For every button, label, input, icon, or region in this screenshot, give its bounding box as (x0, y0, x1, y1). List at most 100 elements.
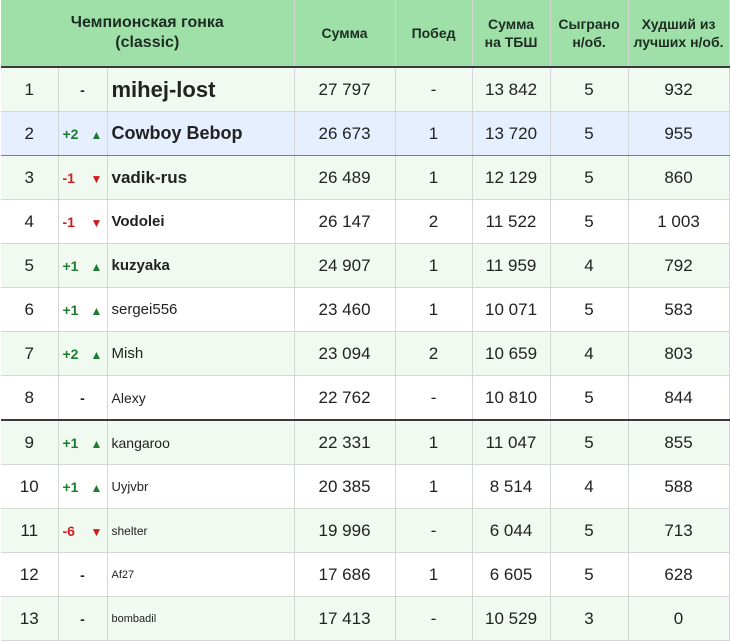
sum-cell[interactable]: 26 147 (294, 199, 396, 244)
table-row[interactable]: 4 -1 ▼ Vodolei 26 147 2 11 522 5 1 003 (1, 199, 730, 244)
worst-of-best-cell[interactable]: 583 (628, 287, 730, 332)
table-row[interactable]: 2 +2 ▲ Cowboy Bebop 26 673 1 13 720 5 955 (1, 111, 730, 156)
position-change-cell[interactable]: -1 ▼ (58, 199, 108, 244)
wins-cell[interactable]: - (395, 375, 473, 421)
table-row[interactable]: 5 +1 ▲ kuzyaka 24 907 1 11 959 4 792 (1, 243, 730, 288)
position-cell[interactable]: 9 (1, 419, 59, 465)
played-cell[interactable]: 5 (550, 419, 629, 465)
player-name-cell[interactable]: bombadil (107, 596, 295, 641)
position-change-cell[interactable]: +1 ▲ (58, 287, 108, 332)
table-row[interactable]: 12 - Af27 17 686 1 6 605 5 628 (1, 552, 730, 597)
wins-cell[interactable]: 1 (395, 111, 473, 156)
position-cell[interactable]: 10 (1, 464, 59, 509)
wins-cell[interactable]: - (395, 596, 473, 641)
player-name-cell[interactable]: mihej-lost (107, 67, 295, 112)
table-row[interactable]: 13- bombadil 17 413-10 529 3 0 (1, 596, 730, 641)
tbsh-sum-cell[interactable]: 11 047 (472, 419, 551, 465)
position-cell[interactable]: 2 (1, 111, 59, 156)
wins-cell[interactable]: - (395, 67, 473, 112)
position-cell[interactable]: 11 (1, 508, 59, 553)
position-change-cell[interactable]: +1 ▲ (58, 243, 108, 288)
wins-cell[interactable]: 2 (395, 331, 473, 376)
tbsh-sum-cell[interactable]: 6 605 (472, 552, 551, 597)
played-cell[interactable]: 5 (550, 552, 629, 597)
position-cell[interactable]: 6 (1, 287, 59, 332)
sum-cell[interactable]: 22 331 (294, 419, 396, 465)
wins-cell[interactable]: 2 (395, 199, 473, 244)
tbsh-sum-cell[interactable]: 13 720 (472, 111, 551, 156)
position-cell[interactable]: 8 (1, 375, 59, 421)
player-name-cell[interactable]: Alexy (107, 375, 295, 421)
worst-of-best-cell[interactable]: 803 (628, 331, 730, 376)
worst-of-best-cell[interactable]: 932 (628, 67, 730, 112)
tbsh-sum-cell[interactable]: 10 659 (472, 331, 551, 376)
table-row[interactable]: 7 +2 ▲ Mish 23 094 2 10 659 4 803 (1, 331, 730, 376)
worst-of-best-cell[interactable]: 588 (628, 464, 730, 509)
position-change-cell[interactable]: -6 ▼ (58, 508, 108, 553)
played-cell[interactable]: 4 (550, 464, 629, 509)
table-row[interactable]: 9 +1 ▲ kangaroo 22 331 1 11 047 5 855 (1, 419, 730, 465)
player-name-cell[interactable]: Vodolei (107, 199, 295, 244)
position-cell[interactable]: 5 (1, 243, 59, 288)
tbsh-sum-cell[interactable]: 11 959 (472, 243, 551, 288)
header-worst-of-best[interactable]: Худший из лучших н/об. (628, 0, 730, 68)
player-name-cell[interactable]: kangaroo (107, 419, 295, 465)
played-cell[interactable]: 5 (550, 67, 629, 112)
played-cell[interactable]: 3 (550, 596, 629, 641)
tbsh-sum-cell[interactable]: 8 514 (472, 464, 551, 509)
position-cell[interactable]: 4 (1, 199, 59, 244)
table-row[interactable]: 10 +1 ▲ Uyjvbr 20 385 1 8 514 4 588 (1, 464, 730, 509)
worst-of-best-cell[interactable]: 1 003 (628, 199, 730, 244)
player-name-cell[interactable]: vadik-rus (107, 155, 295, 200)
header-wins[interactable]: Побед (395, 0, 473, 68)
player-name-cell[interactable]: Cowboy Bebop (107, 111, 295, 156)
wins-cell[interactable]: 1 (395, 464, 473, 509)
player-name-cell[interactable]: shelter (107, 508, 295, 553)
position-cell[interactable]: 12 (1, 552, 59, 597)
position-change-cell[interactable]: +1 ▲ (58, 464, 108, 509)
tbsh-sum-cell[interactable]: 6 044 (472, 508, 551, 553)
tbsh-sum-cell[interactable]: 10 810 (472, 375, 551, 421)
worst-of-best-cell[interactable]: 855 (628, 419, 730, 465)
wins-cell[interactable]: 1 (395, 419, 473, 465)
tbsh-sum-cell[interactable]: 12 129 (472, 155, 551, 200)
player-name-cell[interactable]: Uyjvbr (107, 464, 295, 509)
table-row[interactable]: 3 -1 ▼ vadik-rus 26 489 1 12 129 5 860 (1, 155, 730, 200)
player-name-cell[interactable]: Mish (107, 331, 295, 376)
player-name-cell[interactable]: kuzyaka (107, 243, 295, 288)
header-played[interactable]: Сыграно н/об. (550, 0, 629, 68)
position-cell[interactable]: 3 (1, 155, 59, 200)
table-row[interactable]: 6 +1 ▲ sergei556 23 460 1 10 071 5 583 (1, 287, 730, 332)
sum-cell[interactable]: 17 413 (294, 596, 396, 641)
sum-cell[interactable]: 17 686 (294, 552, 396, 597)
table-row[interactable]: 8- Alexy 22 762-10 810 5 844 (1, 375, 730, 421)
position-change-cell[interactable]: - (58, 375, 108, 421)
sum-cell[interactable]: 20 385 (294, 464, 396, 509)
sum-cell[interactable]: 27 797 (294, 67, 396, 112)
worst-of-best-cell[interactable]: 792 (628, 243, 730, 288)
position-change-cell[interactable]: -1 ▼ (58, 155, 108, 200)
tbsh-sum-cell[interactable]: 11 522 (472, 199, 551, 244)
position-change-cell[interactable]: +2 ▲ (58, 331, 108, 376)
played-cell[interactable]: 5 (550, 375, 629, 421)
table-row[interactable]: 11 -6 ▼ shelter 19 996-6 044 5 713 (1, 508, 730, 553)
worst-of-best-cell[interactable]: 844 (628, 375, 730, 421)
played-cell[interactable]: 5 (550, 111, 629, 156)
sum-cell[interactable]: 26 489 (294, 155, 396, 200)
played-cell[interactable]: 4 (550, 243, 629, 288)
position-change-cell[interactable]: - (58, 596, 108, 641)
sum-cell[interactable]: 26 673 (294, 111, 396, 156)
sum-cell[interactable]: 23 094 (294, 331, 396, 376)
player-name-cell[interactable]: Af27 (107, 552, 295, 597)
worst-of-best-cell[interactable]: 0 (628, 596, 730, 641)
tbsh-sum-cell[interactable]: 10 529 (472, 596, 551, 641)
wins-cell[interactable]: 1 (395, 155, 473, 200)
played-cell[interactable]: 5 (550, 287, 629, 332)
played-cell[interactable]: 5 (550, 508, 629, 553)
wins-cell[interactable]: 1 (395, 287, 473, 332)
position-change-cell[interactable]: +2 ▲ (58, 111, 108, 156)
played-cell[interactable]: 5 (550, 155, 629, 200)
sum-cell[interactable]: 19 996 (294, 508, 396, 553)
header-tbsh-sum[interactable]: Сумма на ТБШ (472, 0, 551, 68)
sum-cell[interactable]: 24 907 (294, 243, 396, 288)
